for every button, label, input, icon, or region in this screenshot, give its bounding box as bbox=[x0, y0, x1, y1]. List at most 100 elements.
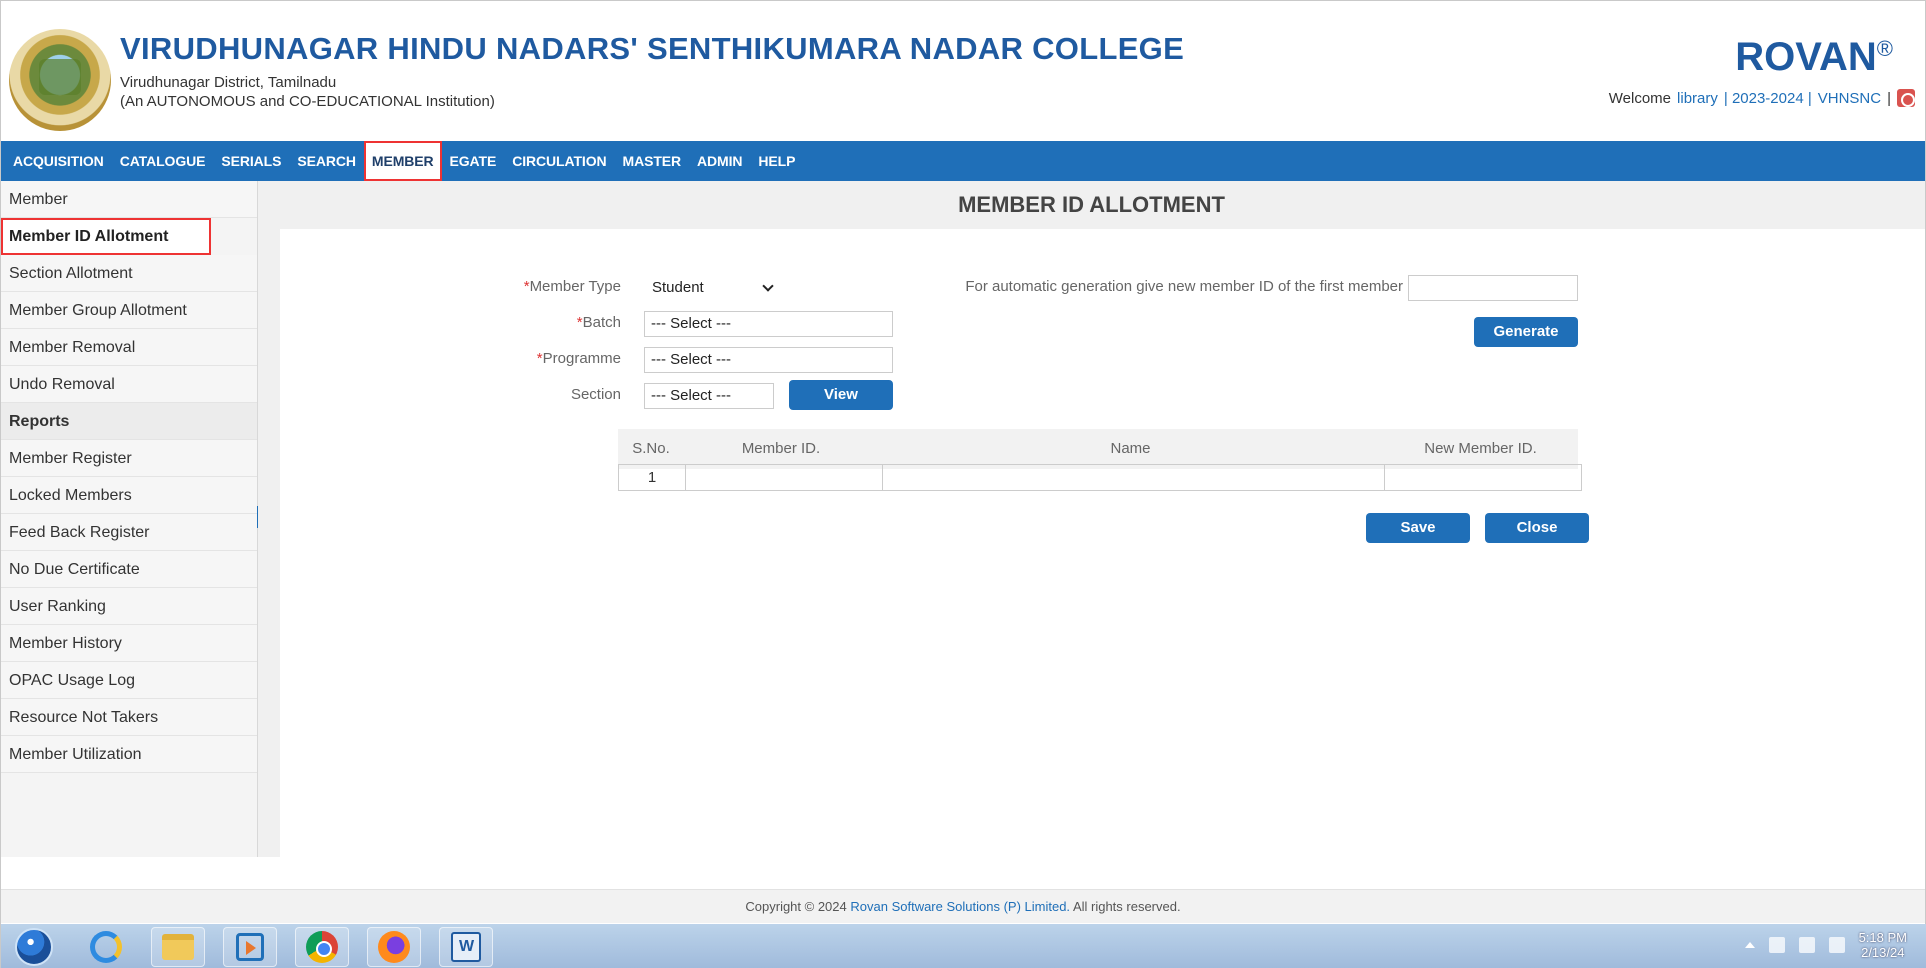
college-subtitle: Virudhunagar District, Tamilnadu (An AUT… bbox=[120, 73, 495, 111]
main-content: MEMBER ID ALLOTMENT *Member Type Student… bbox=[258, 181, 1925, 857]
nav-admin[interactable]: ADMIN bbox=[689, 141, 750, 181]
sidebar-item-member-register[interactable]: Member Register bbox=[1, 440, 257, 477]
sidebar-item-section-allotment[interactable]: Section Allotment bbox=[1, 255, 257, 292]
programme-label-text: Programme bbox=[542, 350, 621, 367]
sidebar-item-undo-removal[interactable]: Undo Removal bbox=[1, 366, 257, 403]
word-icon bbox=[451, 931, 481, 962]
clock[interactable]: 5:18 PM 2/13/24 bbox=[1859, 930, 1907, 960]
sidebar-item-member-history[interactable]: Member History bbox=[1, 625, 257, 662]
new-member-id-input[interactable] bbox=[1384, 464, 1582, 491]
member-type-label-text: Member Type bbox=[529, 278, 621, 295]
nav-catalogue[interactable]: CATALOGUE bbox=[112, 141, 214, 181]
col-new-member-id: New Member ID. bbox=[1424, 440, 1537, 457]
system-tray: 5:18 PM 2/13/24 bbox=[1744, 930, 1907, 960]
col-name: Name bbox=[1110, 440, 1151, 457]
main-nav: ACQUISITION CATALOGUE SERIALS SEARCH MEM… bbox=[1, 141, 1925, 181]
clock-time: 5:18 PM bbox=[1858, 930, 1907, 945]
member-type-value: Student bbox=[652, 279, 704, 296]
brand-logo: ROVAN® bbox=[1735, 35, 1893, 80]
nav-serials[interactable]: SERIALS bbox=[213, 141, 289, 181]
folder-icon bbox=[162, 933, 194, 960]
app-window: VIRUDHUNAGAR HINDU NADARS' SENTHIKUMARA … bbox=[0, 0, 1926, 968]
auto-gen-label: For automatic generation give new member… bbox=[965, 278, 1403, 295]
volume-icon[interactable] bbox=[1828, 937, 1845, 953]
rights-text: All rights reserved. bbox=[1072, 899, 1181, 914]
programme-label: *Programme bbox=[450, 350, 621, 367]
sidebar-item-resource-not-takers[interactable]: Resource Not Takers bbox=[1, 699, 257, 736]
sidebar-item-user-ranking[interactable]: User Ranking bbox=[1, 588, 257, 625]
taskbar-media[interactable] bbox=[223, 926, 277, 967]
brand-name: ROVAN bbox=[1735, 35, 1877, 79]
flag-icon[interactable] bbox=[1768, 937, 1785, 953]
college-name: VIRUDHUNAGAR HINDU NADARS' SENTHIKUMARA … bbox=[120, 31, 1185, 66]
sidebar-item-feed-back-register[interactable]: Feed Back Register bbox=[1, 514, 257, 551]
sidebar-item-member-utilization[interactable]: Member Utilization bbox=[1, 736, 257, 773]
form-panel: *Member Type Student *Batch --- Select -… bbox=[280, 229, 1925, 857]
user-link[interactable]: library bbox=[1677, 90, 1718, 107]
section-select[interactable]: --- Select --- bbox=[644, 383, 774, 409]
nav-circulation[interactable]: CIRCULATION bbox=[504, 141, 614, 181]
section-label: Section bbox=[570, 386, 621, 403]
sidebar-item-member[interactable]: Member bbox=[1, 181, 257, 218]
chevron-down-icon bbox=[762, 280, 774, 292]
registered-mark: ® bbox=[1876, 36, 1893, 61]
welcome-label: Welcome bbox=[1608, 89, 1672, 107]
programme-select[interactable]: --- Select --- bbox=[644, 347, 893, 373]
sidebar-item-locked-members[interactable]: Locked Members bbox=[1, 477, 257, 514]
sidebar-item-member-group-allotment[interactable]: Member Group Allotment bbox=[1, 292, 257, 329]
sidebar-item-member-removal[interactable]: Member Removal bbox=[1, 329, 257, 366]
member-type-label: *Member Type bbox=[450, 278, 621, 295]
sidebar-item-no-due-certificate[interactable]: No Due Certificate bbox=[1, 551, 257, 588]
footer: Copyright © 2024 Rovan Software Solution… bbox=[1, 889, 1925, 923]
nav-search[interactable]: SEARCH bbox=[289, 141, 364, 181]
nav-member[interactable]: MEMBER bbox=[363, 141, 442, 181]
college-logo bbox=[9, 29, 111, 131]
logout-icon[interactable] bbox=[1897, 89, 1915, 107]
institution-type: (An AUTONOMOUS and CO-EDUCATIONAL Instit… bbox=[120, 93, 495, 110]
page-title: MEMBER ID ALLOTMENT bbox=[958, 192, 1225, 217]
sidebar: Member Member ID Allotment Section Allot… bbox=[1, 181, 258, 857]
nav-help[interactable]: HELP bbox=[750, 141, 803, 181]
taskbar: 5:18 PM 2/13/24 bbox=[1, 924, 1926, 968]
cell-member-id bbox=[685, 464, 883, 491]
view-button[interactable]: View bbox=[789, 380, 893, 410]
show-hidden-icons-icon[interactable] bbox=[1744, 942, 1755, 948]
institution-code[interactable]: VHNSNC bbox=[1818, 90, 1881, 107]
nav-master[interactable]: MASTER bbox=[615, 141, 690, 181]
first-member-id-input[interactable] bbox=[1408, 275, 1578, 301]
save-button[interactable]: Save bbox=[1366, 513, 1470, 543]
company-link[interactable]: Rovan Software Solutions (P) Limited. bbox=[850, 899, 1070, 914]
separator: | bbox=[1887, 89, 1891, 107]
header: VIRUDHUNAGAR HINDU NADARS' SENTHIKUMARA … bbox=[1, 1, 1925, 141]
clock-date: 2/13/24 bbox=[1861, 945, 1905, 960]
nav-acquisition[interactable]: ACQUISITION bbox=[5, 141, 112, 181]
generate-button[interactable]: Generate bbox=[1474, 317, 1578, 347]
sidebar-item-member-id-allotment[interactable]: Member ID Allotment bbox=[1, 218, 211, 255]
copyright-text: Copyright © 2024 bbox=[745, 899, 847, 914]
close-button[interactable]: Close bbox=[1485, 513, 1589, 543]
cell-name bbox=[882, 464, 1385, 491]
internet-explorer-icon bbox=[90, 930, 122, 963]
batch-select[interactable]: --- Select --- bbox=[644, 311, 893, 337]
taskbar-word[interactable] bbox=[439, 926, 493, 967]
nav-egate[interactable]: EGATE bbox=[442, 141, 505, 181]
table-header: S.No. Member ID. Name New Member ID. bbox=[618, 429, 1578, 469]
taskbar-firefox[interactable] bbox=[367, 926, 421, 967]
taskbar-explorer[interactable] bbox=[151, 926, 205, 967]
taskbar-chrome[interactable] bbox=[295, 926, 349, 967]
user-info: Welcome library | 2023-2024 | VHNSNC | bbox=[1609, 89, 1915, 107]
sidebar-item-opac-usage-log[interactable]: OPAC Usage Log bbox=[1, 662, 257, 699]
firefox-icon bbox=[378, 930, 410, 963]
col-member-id: Member ID. bbox=[741, 440, 821, 457]
batch-label-text: Batch bbox=[582, 314, 621, 331]
college-location: Virudhunagar District, Tamilnadu bbox=[120, 74, 337, 91]
network-icon[interactable] bbox=[1798, 937, 1815, 953]
cell-sno: 1 bbox=[618, 464, 686, 491]
windows-start-icon bbox=[15, 927, 53, 966]
member-type-select[interactable]: Student bbox=[646, 275, 780, 301]
start-button[interactable] bbox=[7, 927, 61, 967]
batch-label: *Batch bbox=[450, 314, 621, 331]
col-sno: S.No. bbox=[632, 440, 670, 457]
taskbar-ie[interactable] bbox=[79, 927, 133, 967]
academic-year[interactable]: | 2023-2024 | bbox=[1724, 90, 1812, 107]
